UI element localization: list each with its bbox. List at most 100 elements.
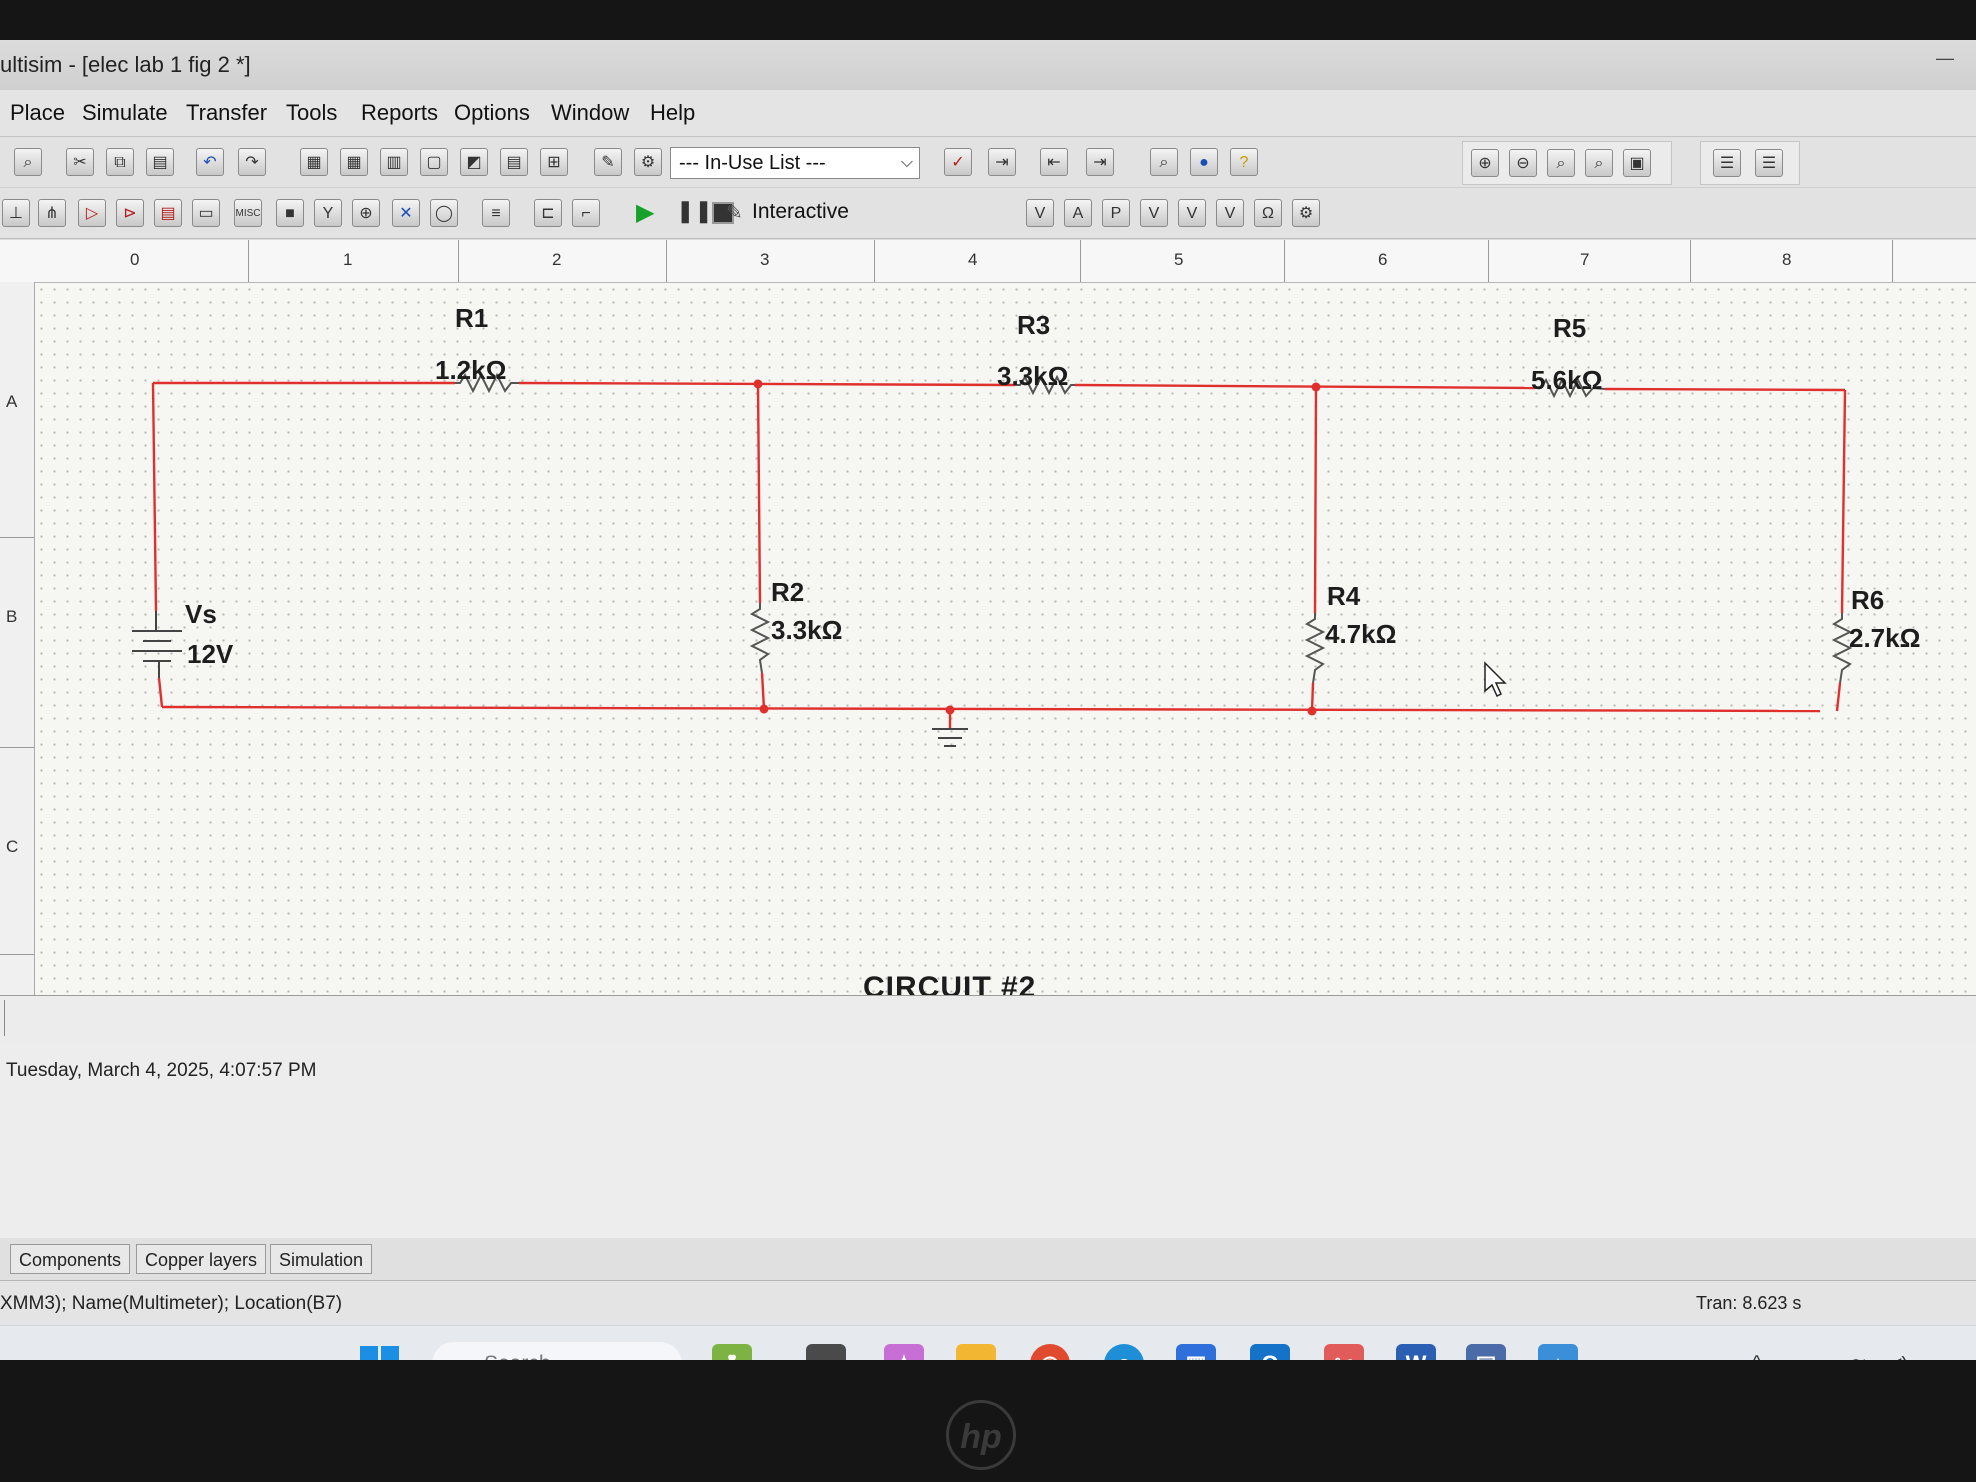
place-transistor-icon[interactable]: ⊳	[116, 199, 144, 227]
r4-name[interactable]: R4	[1327, 581, 1360, 612]
place-ladder-icon[interactable]: ≡	[482, 199, 510, 227]
probe-reference-icon[interactable]: V	[1178, 199, 1206, 227]
place-electromech-icon[interactable]: ◯	[430, 199, 458, 227]
snipping-tool-icon[interactable]: ✂	[1324, 1344, 1364, 1360]
database-icon[interactable]: ⊞	[540, 148, 568, 176]
menu-transfer[interactable]: Transfer	[186, 100, 267, 126]
menu-help[interactable]: Help	[650, 100, 695, 126]
component-wizard-icon[interactable]: ✎	[594, 148, 622, 176]
help-icon[interactable]: ?	[1230, 148, 1258, 176]
menu-simulate[interactable]: Simulate	[82, 100, 168, 126]
web-icon[interactable]: ●	[1190, 148, 1218, 176]
back-annotate-icon[interactable]: ⇤	[1040, 148, 1068, 176]
r5-name[interactable]: R5	[1553, 313, 1586, 344]
r3-value[interactable]: 3.3kΩ	[997, 361, 1068, 392]
widget-icon[interactable]: ☘	[712, 1344, 752, 1360]
windows-start-icon[interactable]	[360, 1346, 400, 1360]
schematic-canvas[interactable]: R1 1.2kΩ R3 3.3kΩ R5 5.6kΩ R2 3.3kΩ R4 4…	[35, 283, 1976, 995]
grid-icon[interactable]: ▦	[340, 148, 368, 176]
tab-components[interactable]: Components	[10, 1244, 131, 1274]
place-analog-icon[interactable]: ▤	[154, 199, 182, 227]
menu-options[interactable]: Options	[454, 100, 530, 126]
menu-reports[interactable]: Reports	[361, 100, 438, 126]
list-view-icon[interactable]: ☰	[1713, 149, 1741, 177]
zoom-fit-icon[interactable]: ⌕	[1585, 149, 1613, 177]
spreadsheet-cell[interactable]	[4, 1000, 15, 1036]
place-misc-icon[interactable]: MISC	[234, 199, 262, 227]
erc-icon[interactable]: ✓	[944, 148, 972, 176]
store-icon[interactable]: ▦	[1176, 1344, 1216, 1360]
photos-icon[interactable]: ▲	[1538, 1344, 1578, 1360]
chrome-icon[interactable]: ◉	[1030, 1344, 1070, 1360]
place-connector-icon[interactable]: ⊕	[352, 199, 380, 227]
wifi-icon[interactable]: ≋	[1850, 1352, 1867, 1360]
grapher-icon[interactable]: ◩	[460, 148, 488, 176]
spreadsheet-icon[interactable]: ▥	[380, 148, 408, 176]
probe-current-icon[interactable]: A	[1064, 199, 1092, 227]
probe-differential-icon[interactable]: V	[1140, 199, 1168, 227]
volume-icon[interactable]: ◁)	[1886, 1352, 1908, 1360]
interactive-mode-button[interactable]: ✎ Interactive	[726, 200, 849, 224]
word-icon[interactable]: W	[1396, 1344, 1436, 1360]
redo-icon[interactable]: ↷	[238, 148, 266, 176]
onedrive-icon[interactable]: ☁	[1796, 1352, 1816, 1360]
hierarchical-block-icon[interactable]: ⊏	[534, 199, 562, 227]
bus-icon[interactable]: ⌐	[572, 199, 600, 227]
r4-value[interactable]: 4.7kΩ	[1325, 619, 1396, 650]
transfer-icon[interactable]: ⇥	[988, 148, 1016, 176]
place-basic-icon[interactable]: ⋔	[38, 199, 66, 227]
copilot-icon[interactable]: ✦	[884, 1344, 924, 1360]
print-preview-icon[interactable]: ⌕	[14, 148, 42, 176]
battery-icon[interactable]: ▭	[1926, 1352, 1945, 1360]
menu-tools[interactable]: Tools	[286, 100, 337, 126]
menu-window[interactable]: Window	[551, 100, 629, 126]
probe-current-ratio-icon[interactable]: Ω	[1254, 199, 1282, 227]
chevron-up-icon[interactable]: ^	[1752, 1352, 1761, 1360]
in-use-list-dropdown[interactable]: --- In-Use List --- ⌵	[670, 147, 920, 179]
tab-copper-layers[interactable]: Copper layers	[136, 1244, 267, 1274]
details-view-icon[interactable]: ☰	[1755, 149, 1783, 177]
r2-name[interactable]: R2	[771, 577, 804, 608]
place-indicator-icon[interactable]: ■	[276, 199, 304, 227]
paste-icon[interactable]: ▤	[146, 148, 174, 176]
file-explorer-icon[interactable]: ▬	[956, 1344, 996, 1360]
vs-value[interactable]: 12V	[187, 639, 233, 670]
full-screen-icon[interactable]: ▣	[1623, 149, 1651, 177]
menu-place[interactable]: Place	[10, 100, 65, 126]
multisim-icon[interactable]: ▤	[1466, 1344, 1506, 1360]
find-icon[interactable]: ⌕	[1150, 148, 1178, 176]
r6-name[interactable]: R6	[1851, 585, 1884, 616]
postprocessor-icon[interactable]: ▤	[500, 148, 528, 176]
undo-icon[interactable]: ↶	[196, 148, 224, 176]
vs-name[interactable]: Vs	[185, 599, 217, 630]
toggle-view-icon[interactable]: ▦	[300, 148, 328, 176]
probe-digital-icon[interactable]: V	[1216, 199, 1244, 227]
probe-voltage-icon[interactable]: V	[1026, 199, 1054, 227]
tab-simulation[interactable]: Simulation	[270, 1244, 373, 1274]
copy-icon[interactable]: ⧉	[106, 148, 134, 176]
r6-value[interactable]: 2.7kΩ	[1849, 623, 1920, 654]
settings-icon[interactable]: ⚙	[634, 148, 662, 176]
r1-value[interactable]: 1.2kΩ	[435, 355, 506, 386]
r2-value[interactable]: 3.3kΩ	[771, 615, 842, 646]
edge-icon[interactable]: e	[1104, 1344, 1144, 1360]
place-ttl-icon[interactable]: ▭	[192, 199, 220, 227]
task-view-icon[interactable]: ▭	[806, 1344, 846, 1360]
r3-name[interactable]: R3	[1017, 310, 1050, 341]
outlook-icon[interactable]: O	[1250, 1344, 1290, 1360]
forward-annotate-icon[interactable]: ⇥	[1086, 148, 1114, 176]
place-source-icon[interactable]: ⊥	[2, 199, 30, 227]
r1-name[interactable]: R1	[455, 303, 488, 334]
pause-simulation-button[interactable]: ❚❚	[676, 198, 713, 224]
probe-power-icon[interactable]: P	[1102, 199, 1130, 227]
zoom-area-icon[interactable]: ⌕	[1547, 149, 1575, 177]
zoom-out-icon[interactable]: ⊖	[1509, 149, 1537, 177]
place-diode-icon[interactable]: ▷	[78, 199, 106, 227]
place-antenna-icon[interactable]: Y	[314, 199, 342, 227]
probe-settings-icon[interactable]: ⚙	[1292, 199, 1320, 227]
cut-icon[interactable]: ✂	[66, 148, 94, 176]
run-simulation-button[interactable]: ▶	[636, 198, 654, 227]
place-mixed-icon[interactable]: ✕	[392, 199, 420, 227]
minimize-icon[interactable]: —	[1936, 48, 1958, 70]
r5-value[interactable]: 5.6kΩ	[1531, 365, 1602, 396]
